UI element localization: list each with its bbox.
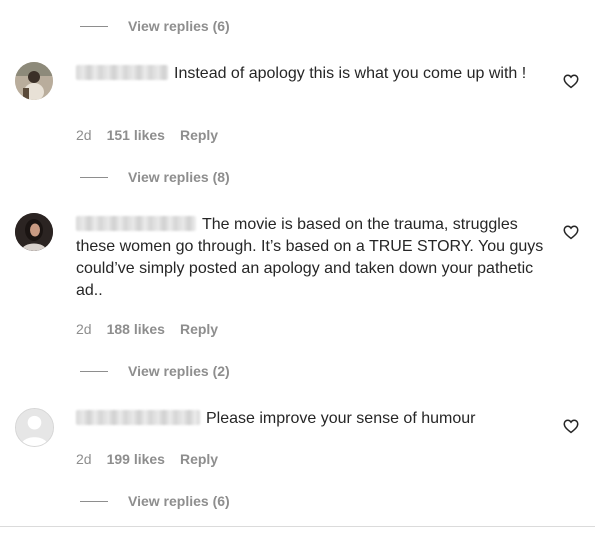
default-avatar-icon bbox=[16, 409, 53, 446]
heart-outline-icon[interactable] bbox=[562, 72, 580, 90]
avatar[interactable] bbox=[15, 213, 53, 251]
view-replies-label: View replies (8) bbox=[128, 169, 230, 185]
comment-meta: 2d 151 likes Reply bbox=[76, 125, 218, 145]
comment-timestamp: 2d bbox=[76, 451, 92, 467]
username[interactable] bbox=[76, 65, 168, 80]
likes-count[interactable]: 151 likes bbox=[107, 127, 165, 143]
comment-body: Please improve your sense of humour bbox=[76, 408, 546, 430]
comment-meta: 2d 199 likes Reply bbox=[76, 449, 218, 469]
comment-body: Instead of apology this is what you come… bbox=[76, 63, 546, 85]
comment-timestamp: 2d bbox=[76, 321, 92, 337]
username[interactable] bbox=[76, 410, 200, 425]
comment-meta: 2d 188 likes Reply bbox=[76, 319, 218, 339]
reply-button[interactable]: Reply bbox=[180, 451, 218, 467]
view-replies-label: View replies (6) bbox=[128, 493, 230, 509]
divider bbox=[0, 526, 595, 527]
view-replies-button[interactable]: View replies (6) bbox=[80, 16, 230, 36]
comment-text: Please improve your sense of humour bbox=[206, 410, 476, 427]
reply-thread-line bbox=[80, 176, 108, 178]
view-replies-button[interactable]: View replies (2) bbox=[80, 361, 230, 381]
view-replies-label: View replies (6) bbox=[128, 18, 230, 34]
reply-thread-line bbox=[80, 500, 108, 502]
likes-count[interactable]: 199 likes bbox=[107, 451, 165, 467]
likes-count[interactable]: 188 likes bbox=[107, 321, 165, 337]
heart-outline-icon[interactable] bbox=[562, 223, 580, 241]
reply-thread-line bbox=[80, 25, 108, 27]
username[interactable] bbox=[76, 216, 196, 231]
reply-button[interactable]: Reply bbox=[180, 321, 218, 337]
profile-photo bbox=[15, 213, 53, 251]
heart-outline-icon[interactable] bbox=[562, 417, 580, 435]
view-replies-label: View replies (2) bbox=[128, 363, 230, 379]
comment-text: Instead of apology this is what you come… bbox=[174, 65, 527, 82]
comment-body: The movie is based on the trauma, strugg… bbox=[76, 214, 546, 302]
reply-button[interactable]: Reply bbox=[180, 127, 218, 143]
profile-photo bbox=[15, 62, 53, 100]
avatar[interactable] bbox=[15, 62, 53, 100]
comment-timestamp: 2d bbox=[76, 127, 92, 143]
view-replies-button[interactable]: View replies (6) bbox=[80, 491, 230, 511]
view-replies-button[interactable]: View replies (8) bbox=[80, 167, 230, 187]
avatar[interactable] bbox=[15, 408, 54, 447]
reply-thread-line bbox=[80, 370, 108, 372]
